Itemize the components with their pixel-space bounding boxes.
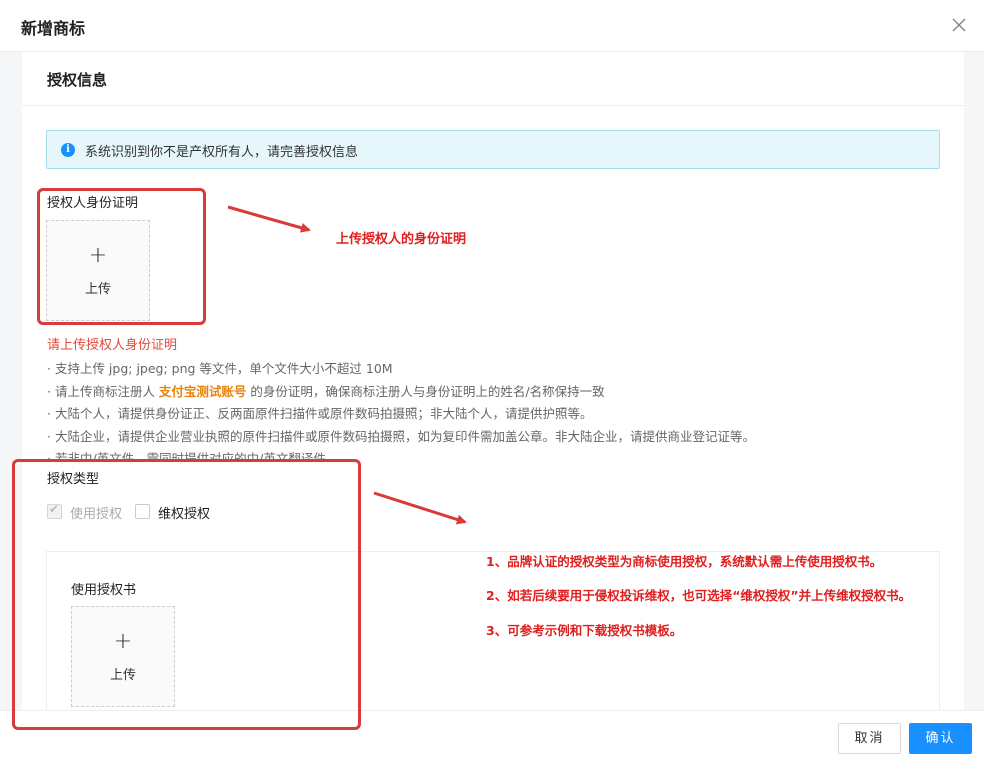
upload-tips: · 支持上传 jpg; jpeg; png 等文件，单个文件大小不超过 10M … xyxy=(47,358,947,461)
identity-error-message: 请上传授权人身份证明 xyxy=(47,338,178,353)
section-title: 授权信息 xyxy=(47,71,108,89)
account-name: 支付宝测试账号 xyxy=(158,383,247,399)
annotation-note-2: 2、如若后续要用于侵权投诉维权，也可选择“维权授权”并上传维权授权书。 xyxy=(486,588,912,603)
annotation-identity-note: 上传授权人的身份证明 xyxy=(336,232,467,247)
tip-item: · 请上传商标注册人 支付宝测试账号 的身份证明，确保商标注册人与身份证明上的姓… xyxy=(47,381,947,404)
identity-highlight-box xyxy=(37,188,206,325)
confirm-button[interactable]: 确认 xyxy=(909,723,972,754)
tip-item: · 支持上传 jpg; jpeg; png 等文件，单个文件大小不超过 10M xyxy=(47,361,393,376)
auth-type-highlight-box xyxy=(12,459,361,730)
info-icon: i xyxy=(61,143,75,157)
divider xyxy=(22,105,964,106)
dialog-header: 新增商标 xyxy=(0,0,984,52)
annotation-note-1: 1、品牌认证的授权类型为商标使用授权，系统默认需上传使用授权书。 xyxy=(486,554,883,569)
tip-item: · 大陆个人，请提供身份证正、反两面原件扫描件或原件数码拍摄照；非大陆个人，请提… xyxy=(47,406,593,421)
info-alert: i 系统识别到你不是产权所有人，请完善授权信息 xyxy=(46,130,940,169)
close-icon[interactable] xyxy=(948,14,970,36)
dialog-title: 新增商标 xyxy=(21,19,86,38)
tip-item: · 大陆企业，请提供企业营业执照的原件扫描件或原件数码拍摄照，如为复印件需加盖公… xyxy=(47,428,755,444)
cancel-button[interactable]: 取消 xyxy=(838,723,901,754)
tip-text: 的身份证明，确保商标注册人与身份证明上的姓名/名称保持一致 xyxy=(246,383,605,399)
annotation-note-3: 3、可参考示例和下载授权书模板。 xyxy=(486,623,683,638)
alert-text: 系统识别到你不是产权所有人，请完善授权信息 xyxy=(85,145,359,160)
tip-text: · 请上传商标注册人 xyxy=(47,383,159,399)
